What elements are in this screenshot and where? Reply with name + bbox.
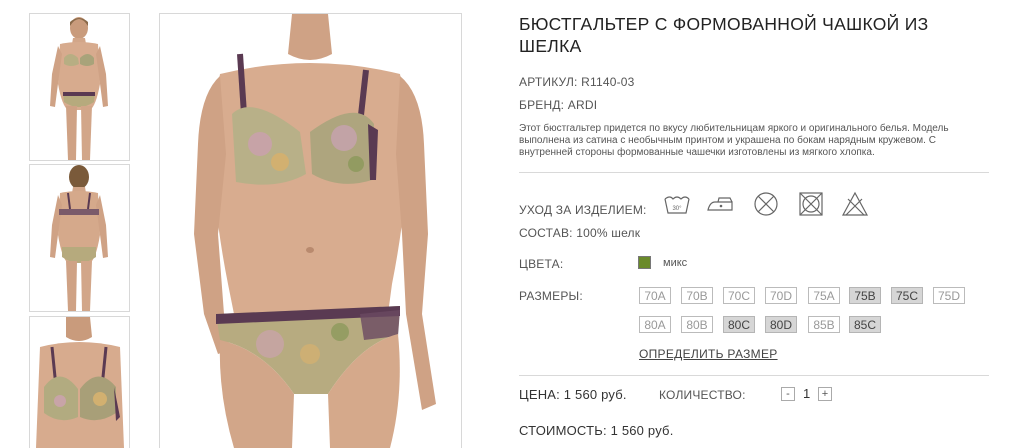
divider: [519, 172, 989, 173]
sizes-label: РАЗМЕРЫ:: [519, 289, 583, 303]
colors-label: ЦВЕТА:: [519, 257, 564, 271]
quantity-value[interactable]: 1: [803, 386, 810, 401]
size-option-80d[interactable]: 80D: [765, 316, 797, 333]
price-row: ЦЕНА: 1 560 руб.: [519, 387, 627, 402]
total-label: СТОИМОСТЬ:: [519, 423, 607, 438]
wash-30-icon: 30°: [664, 196, 690, 214]
composition-value: 100% шелк: [576, 226, 641, 240]
size-option-70d[interactable]: 70D: [765, 287, 797, 304]
price-value: 1 560 руб.: [563, 387, 627, 402]
thumbnail-closeup[interactable]: [29, 316, 130, 448]
model-closeup-image: [30, 317, 129, 448]
svg-text:30°: 30°: [672, 206, 682, 212]
divider: [519, 375, 989, 376]
article-label: АРТИКУЛ:: [519, 75, 578, 89]
size-option-80b[interactable]: 80B: [681, 316, 713, 333]
quantity-label: КОЛИЧЕСТВО:: [659, 388, 746, 402]
size-option-75c[interactable]: 75C: [891, 287, 923, 304]
brand-value: ARDI: [567, 98, 598, 112]
size-option-75b[interactable]: 75B: [849, 287, 881, 304]
total-value: 1 560 руб.: [610, 423, 674, 438]
size-option-70a[interactable]: 70A: [639, 287, 671, 304]
color-swatch[interactable]: [638, 256, 651, 269]
total-row: СТОИМОСТЬ: 1 560 руб.: [519, 423, 674, 438]
article-value: R1140-03: [581, 75, 635, 89]
no-dryer-icon: [799, 192, 823, 216]
size-option-75d[interactable]: 75D: [933, 287, 965, 304]
model-back-image: [30, 165, 129, 311]
size-option-70c[interactable]: 70C: [723, 287, 755, 304]
care-label: УХОД ЗА ИЗДЕЛИЕМ:: [519, 203, 647, 217]
quantity-decrease-button[interactable]: -: [781, 387, 795, 401]
model-front-image: [30, 14, 129, 160]
quantity-increase-button[interactable]: +: [818, 387, 832, 401]
price-label: ЦЕНА:: [519, 387, 560, 402]
article-row: АРТИКУЛ: R1140-03: [519, 75, 635, 89]
model-main-image: [160, 14, 461, 448]
brand-row: БРЕНД: ARDI: [519, 98, 597, 112]
size-option-85c[interactable]: 85C: [849, 316, 881, 333]
size-option-75a[interactable]: 75A: [808, 287, 840, 304]
main-product-image: [159, 13, 462, 448]
product-description: Этот бюстгальтер придется по вкусу любит…: [519, 123, 949, 158]
iron-low-icon: [707, 197, 733, 211]
brand-label: БРЕНД:: [519, 98, 565, 112]
composition-row: СОСТАВ: 100% шелк: [519, 226, 640, 240]
no-tumble-dry-icon: [754, 192, 778, 216]
product-title: БЮСТГАЛЬТЕР С ФОРМОВАННОЙ ЧАШКОЙ ИЗ ШЕЛК…: [519, 14, 929, 56]
no-bleach-icon: [841, 191, 869, 216]
size-option-80a[interactable]: 80A: [639, 316, 671, 333]
size-option-80c[interactable]: 80C: [723, 316, 755, 333]
thumbnail-back[interactable]: [29, 164, 130, 312]
size-option-70b[interactable]: 70B: [681, 287, 713, 304]
size-option-85b[interactable]: 85B: [808, 316, 840, 333]
thumbnail-front[interactable]: [29, 13, 130, 161]
color-name: микс: [663, 257, 688, 269]
composition-label: СОСТАВ:: [519, 226, 573, 240]
size-guide-link[interactable]: ОПРЕДЕЛИТЬ РАЗМЕР: [639, 347, 778, 361]
